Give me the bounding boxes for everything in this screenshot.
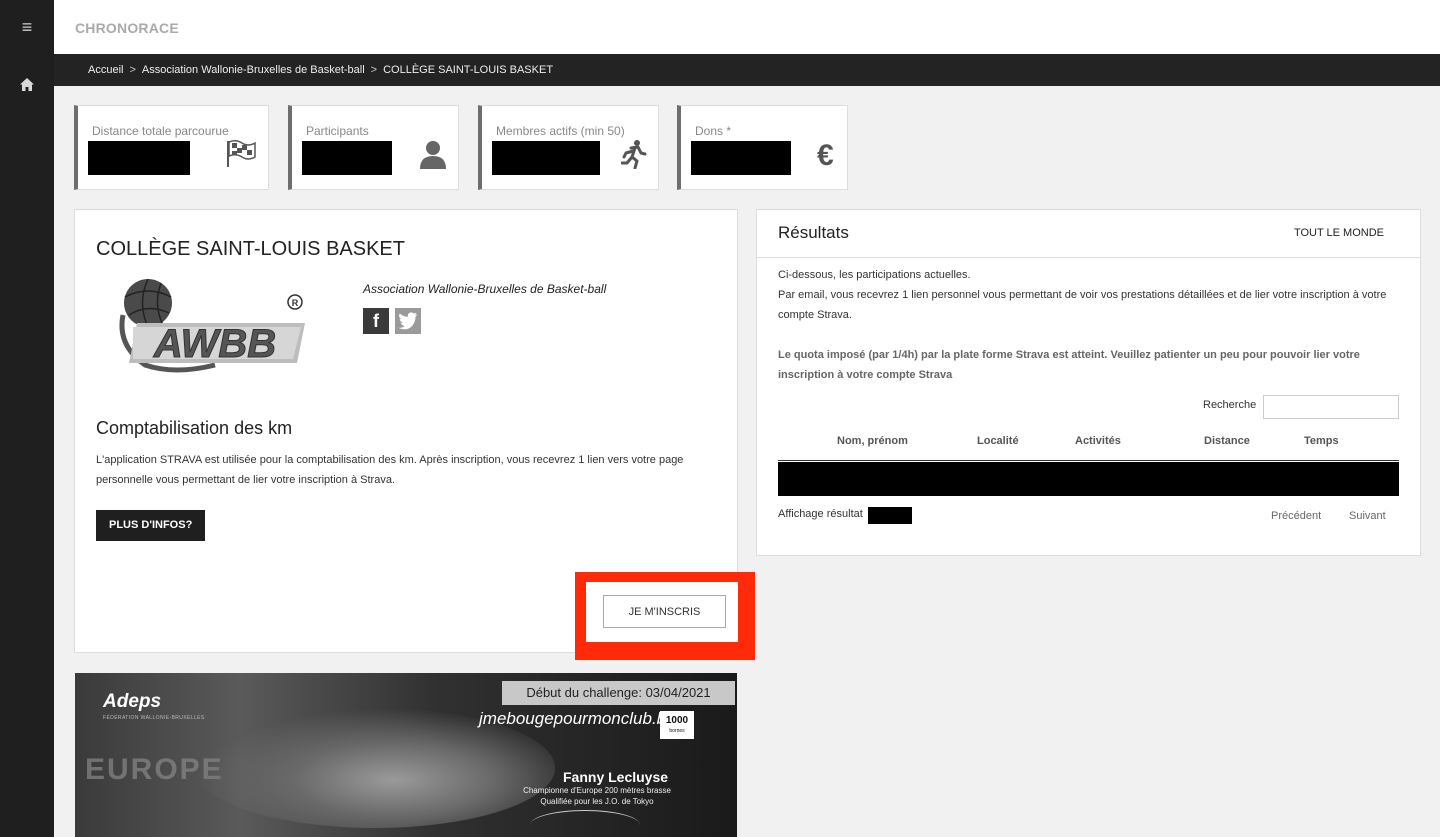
stat-label: Dons *	[695, 124, 732, 138]
signup-button[interactable]: JE M'INSCRIS	[603, 595, 726, 628]
results-intro: Ci-dessous, les participations actuelles…	[778, 265, 1403, 325]
stat-value-redacted	[302, 141, 392, 175]
sidebar: ≡	[0, 0, 54, 837]
stat-label: Membres actifs (min 50)	[496, 124, 625, 138]
breadcrumb-current: COLLÈGE SAINT-LOUIS BASKET	[383, 64, 554, 76]
athlete-title-2: Qualifiée pour les J.O. de Tokyo	[540, 797, 654, 806]
stat-card-donations: Dons * €	[677, 105, 848, 190]
athlete-title-1: Championne d'Europe 200 mètres brasse	[523, 786, 671, 795]
breadcrumb-separator: >	[129, 64, 136, 76]
column-header-name[interactable]: Nom, prénom	[837, 435, 908, 447]
badge-number: 1000	[665, 715, 689, 726]
display-results-redacted	[868, 507, 912, 524]
challenge-start-date: Début du challenge: 03/04/2021	[502, 681, 735, 705]
breadcrumb-federation[interactable]: Association Wallonie-Bruxelles de Basket…	[142, 64, 365, 76]
results-title: Résultats	[778, 223, 849, 242]
tab-everyone[interactable]: TOUT LE MONDE	[1294, 227, 1384, 239]
signup-highlight-inner: JE M'INSCRIS	[586, 582, 738, 642]
stat-card-distance: Distance totale parcourue	[74, 105, 269, 190]
pagination-next[interactable]: Suivant	[1349, 510, 1386, 522]
intro-line-1: Ci-dessous, les participations actuelles…	[778, 269, 971, 281]
stat-label: Participants	[306, 124, 369, 138]
km-section-title: Comptabilisation des km	[96, 418, 293, 438]
stat-card-active-members: Membres actifs (min 50)	[478, 105, 659, 190]
club-title: COLLÈGE SAINT-LOUIS BASKET	[96, 238, 405, 260]
facebook-icon[interactable]: f	[363, 308, 389, 334]
stat-value-redacted	[492, 141, 600, 175]
display-results-label: Affichage résultat	[778, 508, 863, 520]
svg-text:R: R	[292, 298, 299, 308]
column-header-distance[interactable]: Distance	[1204, 435, 1250, 447]
federation-link[interactable]: Association Wallonie-Bruxelles de Basket…	[363, 282, 606, 296]
pagination-previous[interactable]: Précédent	[1271, 510, 1321, 522]
table-row-redacted	[778, 462, 1399, 496]
search-input[interactable]	[1263, 395, 1399, 419]
euro-icon: €	[817, 139, 834, 172]
table-header-divider	[778, 460, 1399, 461]
results-panel: Résultats TOUT LE MONDE Ci-dessous, les …	[756, 209, 1421, 556]
hamburger-menu-icon[interactable]: ≡	[0, 18, 54, 36]
stat-card-participants: Participants	[288, 105, 459, 190]
intro-line-2: Par email, vous recevrez 1 lien personne…	[778, 289, 1387, 321]
logo-text: AWBB	[153, 322, 276, 366]
adeps-subtitle: FÉDÉRATION WALLONIE-BRUXELLES	[103, 715, 205, 721]
column-header-locality[interactable]: Localité	[977, 435, 1019, 447]
breadcrumb-separator: >	[370, 64, 378, 76]
more-info-button[interactable]: PLUS D'INFOS?	[96, 510, 206, 541]
awbb-logo: AWBB R	[115, 275, 315, 377]
strava-quota-notice: Le quota imposé (par 1/4h) par la plate …	[778, 349, 1360, 381]
stat-value-redacted	[691, 141, 791, 175]
campaign-site: jmebougepourmonclub.be	[479, 709, 676, 728]
breadcrumb: Accueil > Association Wallonie-Bruxelles d…	[54, 54, 1440, 86]
search-label: Recherche	[1203, 399, 1257, 411]
breadcrumb-home[interactable]: Accueil	[88, 64, 123, 76]
athlete-signature	[530, 810, 640, 837]
column-header-time[interactable]: Temps	[1304, 435, 1339, 447]
brand-logo[interactable]: CHRONORACE	[75, 20, 179, 36]
runner-icon	[620, 139, 647, 177]
1000-bornes-badge: 1000 bornes	[660, 711, 694, 739]
stat-value-redacted	[88, 141, 190, 175]
signup-highlight: JE M'INSCRIS	[575, 572, 755, 660]
km-description: L'application STRAVA est utilisée pour l…	[96, 454, 684, 486]
adeps-logo: Adeps	[103, 691, 162, 712]
home-icon[interactable]	[0, 77, 54, 95]
challenge-banner: EUROPE Adeps FÉDÉRATION WALLONIE-BRUXELL…	[75, 673, 737, 837]
top-bar: CHRONORACE	[54, 0, 1440, 54]
user-icon	[419, 139, 447, 177]
stat-label: Distance totale parcourue	[92, 124, 229, 138]
twitter-icon[interactable]	[395, 308, 421, 334]
badge-subtitle: bornes	[669, 728, 685, 734]
checkered-flag-icon	[226, 139, 256, 175]
column-header-activities[interactable]: Activités	[1075, 435, 1121, 447]
results-header: Résultats TOUT LE MONDE	[757, 210, 1420, 258]
athlete-name: Fanny Lecluyse	[563, 769, 669, 785]
